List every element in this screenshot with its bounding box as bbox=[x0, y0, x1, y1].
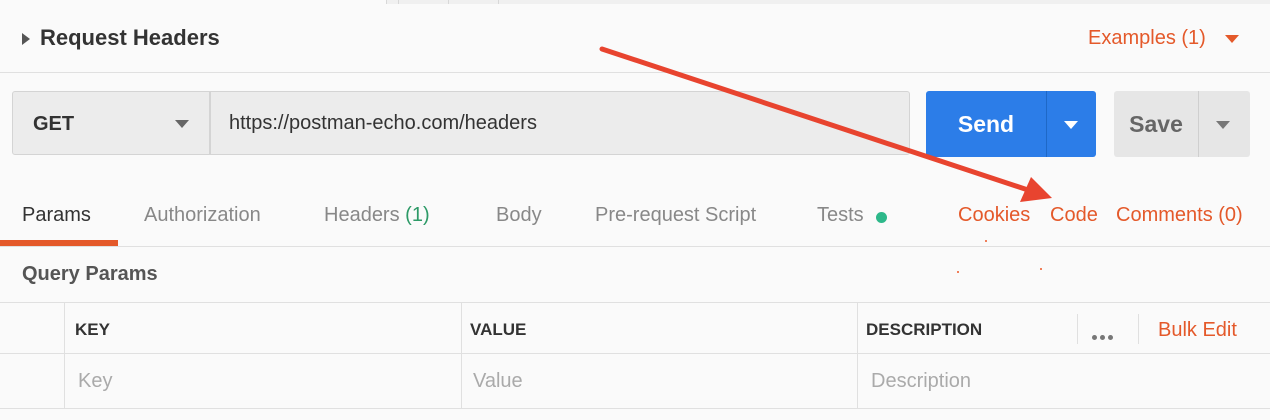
column-divider bbox=[1077, 314, 1078, 344]
caret-right-icon[interactable] bbox=[22, 33, 30, 45]
send-dropdown-button[interactable] bbox=[1046, 91, 1096, 157]
request-tabs: Params Authorization Headers (1) Body Pr… bbox=[0, 178, 1270, 247]
save-button[interactable]: Save bbox=[1114, 91, 1198, 157]
comments-link[interactable]: Comments (0) bbox=[1116, 204, 1243, 227]
value-input[interactable]: Value bbox=[473, 370, 523, 393]
bulk-edit-link[interactable]: Bulk Edit bbox=[1158, 319, 1237, 342]
request-title[interactable]: Request Headers bbox=[40, 25, 220, 51]
caret-down-icon[interactable] bbox=[1225, 35, 1239, 43]
tab-headers-label: Headers bbox=[324, 204, 400, 226]
column-divider bbox=[64, 302, 65, 409]
description-input[interactable]: Description bbox=[871, 370, 971, 393]
stray-mark bbox=[957, 271, 959, 273]
method-select[interactable]: GET bbox=[12, 91, 210, 155]
tab-body[interactable]: Body bbox=[496, 204, 542, 227]
active-tab-indicator bbox=[0, 240, 118, 246]
stray-mark bbox=[1040, 268, 1042, 270]
caret-down-icon bbox=[175, 120, 189, 128]
column-description-header: DESCRIPTION bbox=[866, 320, 983, 339]
url-input[interactable]: https://postman-echo.com/headers bbox=[210, 91, 910, 155]
column-divider bbox=[461, 302, 462, 409]
url-bar: GET https://postman-echo.com/headers Sen… bbox=[0, 73, 1270, 177]
column-key-header: KEY bbox=[75, 320, 110, 339]
code-link[interactable]: Code bbox=[1050, 204, 1098, 227]
send-button[interactable]: Send bbox=[926, 91, 1046, 157]
column-value-header: VALUE bbox=[470, 320, 527, 339]
stray-mark bbox=[985, 240, 987, 242]
caret-down-icon bbox=[1064, 121, 1078, 129]
caret-down-icon bbox=[1216, 121, 1230, 129]
send-label: Send bbox=[957, 111, 1015, 137]
tab-headers-count: (1) bbox=[405, 204, 430, 226]
query-params-title: Query Params bbox=[22, 263, 158, 285]
more-dots-icon[interactable] bbox=[1092, 327, 1116, 345]
examples-dropdown[interactable]: Examples (1) bbox=[1088, 27, 1206, 50]
method-label: GET bbox=[33, 113, 75, 135]
table-header: KEY VALUE DESCRIPTION Bulk Edit bbox=[0, 302, 1270, 354]
tab-tests[interactable]: Tests bbox=[817, 204, 864, 227]
tab-prerequest-script[interactable]: Pre-request Script bbox=[595, 204, 756, 227]
save-dropdown-button[interactable] bbox=[1198, 91, 1250, 157]
tab-params[interactable]: Params bbox=[22, 204, 91, 227]
key-input[interactable]: Key bbox=[78, 370, 112, 393]
column-divider bbox=[857, 302, 858, 409]
cookies-link[interactable]: Cookies bbox=[958, 204, 1030, 227]
request-header: Request Headers Examples (1) bbox=[0, 4, 1270, 73]
table-row: Key Value Description bbox=[0, 354, 1270, 409]
status-dot-icon bbox=[876, 212, 887, 223]
save-label: Save bbox=[1129, 111, 1183, 137]
tab-authorization[interactable]: Authorization bbox=[144, 204, 261, 227]
query-params-table: KEY VALUE DESCRIPTION Bulk Edit Key Valu… bbox=[0, 302, 1270, 420]
tab-headers[interactable]: Headers (1) bbox=[324, 204, 430, 227]
column-divider bbox=[1138, 314, 1139, 344]
